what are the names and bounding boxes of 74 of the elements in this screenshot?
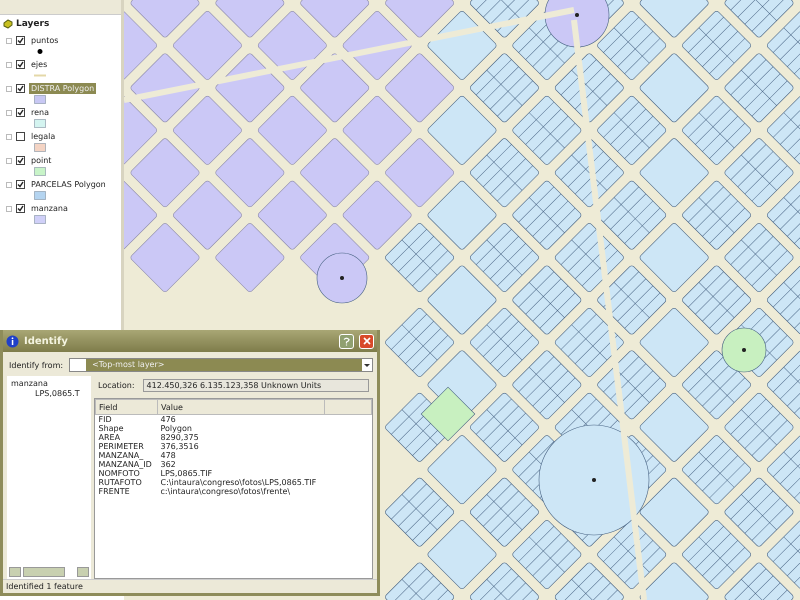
field-value-cell-text: 376,3516 — [160, 442, 200, 451]
expand-toggle[interactable] — [6, 182, 12, 188]
field-name-cell-text: MANZANA_ — [98, 451, 144, 460]
city-block — [511, 94, 582, 166]
layer-checkbox[interactable] — [16, 108, 25, 117]
field-name-cell-text: PERIMETER — [98, 442, 145, 451]
location-field: 412.450,326 6.135.123,358 Unknown Units — [142, 379, 369, 392]
city-block — [511, 179, 582, 251]
layer-checkbox[interactable] — [16, 204, 25, 213]
field-name-cell-text: MANZANA_ID — [98, 460, 153, 469]
city-block — [426, 264, 498, 336]
field-value-cell-text: 362 — [160, 460, 177, 469]
help-button[interactable] — [339, 334, 354, 348]
city-block — [638, 476, 710, 548]
layer-checkbox[interactable] — [16, 132, 25, 141]
help-icon — [343, 336, 350, 346]
city-block — [511, 264, 582, 336]
field-value-cell-text: Polygon — [160, 424, 193, 433]
field-value-cell-text: LPS,0865.TIF — [160, 469, 214, 478]
field-value-cell-text: 478 — [160, 451, 177, 460]
round-plaza — [316, 252, 368, 304]
city-block — [638, 222, 710, 294]
round-plaza — [722, 328, 766, 372]
field-name-cell-text: RUTAFOTO — [98, 478, 143, 487]
expand-toggle[interactable] — [6, 134, 12, 140]
field-name-cell-text: AREA — [98, 433, 122, 442]
layers-icon — [3, 19, 13, 29]
close-icon — [362, 337, 370, 345]
layer-checkbox[interactable] — [16, 156, 25, 165]
column-header[interactable]: Field — [96, 400, 158, 414]
field-value-cell-text: c:\intaura\congreso\fotos\frente\ — [160, 487, 292, 496]
field-value-cell-text: 8290,375 — [160, 433, 200, 442]
panel-title: Layers — [16, 19, 50, 29]
park — [420, 386, 476, 442]
expand-toggle[interactable] — [6, 86, 12, 92]
tree-item[interactable]: LPS,0865.T — [9, 389, 89, 398]
field-label: Identify from: — [9, 360, 64, 370]
layer-checkbox[interactable] — [16, 84, 25, 93]
expand-toggle[interactable] — [6, 206, 12, 212]
layer-name[interactable]: PARCELAS Polygon — [29, 179, 108, 190]
layer-checkbox[interactable] — [16, 180, 25, 189]
city-block — [638, 137, 710, 208]
layer-name[interactable]: point — [29, 155, 54, 166]
column-header[interactable]: Value — [158, 400, 324, 414]
tree-item[interactable]: manzana — [9, 378, 89, 389]
field-value-cell: 476 — [158, 414, 324, 424]
field-value-cell-text: C:\intaura\congreso\fotos\LPS,0865.TIF — [160, 478, 318, 487]
info-icon — [6, 334, 19, 348]
close-button[interactable] — [359, 334, 374, 348]
horizontal-scrollbar[interactable] — [9, 567, 89, 577]
layer-name[interactable]: puntos — [29, 35, 60, 46]
layer-checkbox[interactable] — [16, 36, 25, 45]
status-text: Identified 1 feature — [6, 582, 83, 591]
expand-toggle[interactable] — [6, 38, 12, 44]
round-plaza — [544, 0, 610, 48]
layer-name[interactable]: legala — [29, 131, 58, 142]
layer-name[interactable]: manzana — [29, 203, 70, 214]
location-label: Location: — [98, 381, 135, 390]
city-block — [511, 349, 582, 420]
layer-name[interactable]: rena — [29, 107, 52, 118]
city-block — [638, 306, 710, 378]
field-name-cell-text: FRENTE — [98, 487, 131, 496]
window-title: Identify — [24, 336, 69, 346]
field-name-cell: NOMFOTO — [96, 469, 158, 478]
city-block — [638, 392, 710, 463]
layer-name[interactable]: ejes — [29, 59, 50, 70]
expand-toggle[interactable] — [6, 110, 12, 116]
city-block — [426, 434, 498, 506]
field-name-cell-text: Shape — [98, 424, 125, 433]
expand-toggle[interactable] — [6, 62, 12, 68]
city-block — [638, 52, 710, 124]
field-name-cell: FID — [96, 414, 158, 424]
expand-toggle[interactable] — [6, 158, 12, 164]
layer-checkbox[interactable] — [16, 60, 25, 69]
